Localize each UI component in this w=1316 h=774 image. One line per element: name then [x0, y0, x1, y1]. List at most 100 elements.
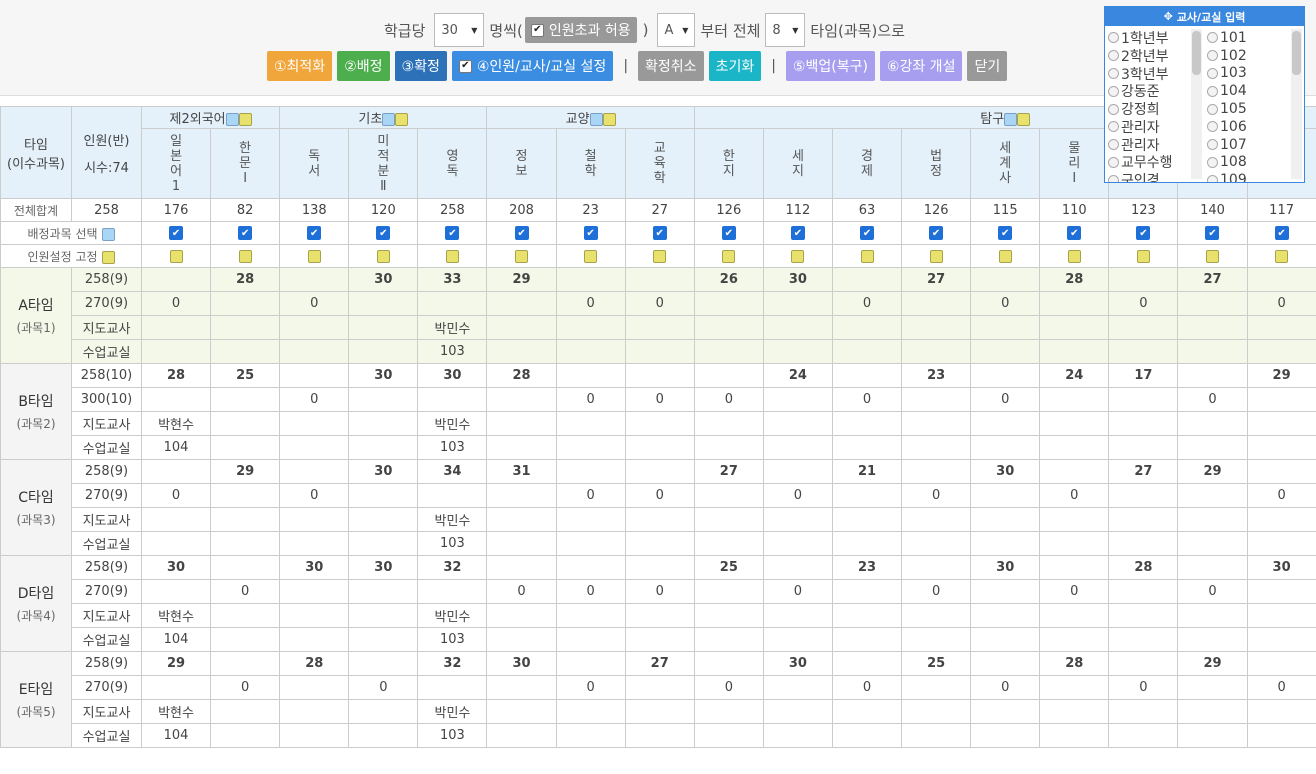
assigned-count-cell[interactable]: 28 — [210, 267, 281, 292]
optimize-button[interactable]: ①최적화 — [267, 51, 333, 81]
teacher-option[interactable]: 강동준 — [1108, 82, 1173, 100]
assigned-count-cell[interactable]: 30 — [486, 651, 557, 676]
room-cell[interactable] — [901, 435, 972, 460]
fix-box[interactable] — [1136, 249, 1150, 263]
room-cell[interactable] — [762, 435, 833, 460]
fix-box[interactable] — [445, 249, 459, 263]
room-cell[interactable] — [762, 627, 833, 652]
room-cell[interactable]: 104 — [140, 723, 212, 748]
room-cell[interactable] — [486, 339, 557, 364]
cap-cell[interactable] — [348, 291, 419, 316]
assigned-count-cell[interactable] — [901, 459, 972, 484]
room-cell[interactable] — [693, 627, 764, 652]
cap-cell[interactable] — [210, 483, 281, 508]
room-cell[interactable] — [831, 435, 903, 460]
radio-icon[interactable] — [1108, 156, 1119, 168]
cap-cell[interactable]: 0 — [1246, 483, 1316, 508]
cap-cell[interactable]: 0 — [624, 291, 695, 316]
room-cell[interactable] — [693, 531, 764, 556]
reset-button[interactable]: 초기화 — [708, 51, 762, 81]
cap-cell[interactable] — [279, 675, 350, 700]
open-course-button[interactable]: ⑥강좌 개설 — [879, 51, 963, 81]
cap-cell[interactable] — [1039, 675, 1110, 700]
assigned-count-cell[interactable]: 28 — [140, 363, 212, 388]
cap-cell[interactable]: 0 — [555, 483, 626, 508]
room-cell[interactable] — [1039, 531, 1110, 556]
cap-cell[interactable] — [970, 579, 1041, 604]
cap-cell[interactable] — [1177, 291, 1248, 316]
room-cell[interactable] — [348, 435, 419, 460]
cap-cell[interactable]: 0 — [1177, 579, 1248, 604]
cap-cell[interactable]: 0 — [279, 387, 350, 412]
room-cell[interactable] — [210, 723, 281, 748]
assigned-count-cell[interactable] — [1177, 363, 1248, 388]
assigned-count-cell[interactable] — [486, 555, 557, 580]
assigned-count-cell[interactable] — [210, 651, 281, 676]
assigned-count-cell[interactable] — [140, 267, 212, 292]
room-cell[interactable] — [1246, 339, 1316, 364]
cap-cell[interactable]: 0 — [831, 291, 903, 316]
scrollbar-thumb[interactable] — [1192, 31, 1201, 75]
total-types-select[interactable]: 8 ▼ — [765, 13, 806, 47]
room-cell[interactable] — [1108, 627, 1179, 652]
cap-cell[interactable]: 0 — [970, 387, 1041, 412]
assigned-count-cell[interactable]: 27 — [624, 651, 695, 676]
assigned-count-cell[interactable]: 29 — [1246, 363, 1316, 388]
assigned-count-cell[interactable] — [762, 555, 833, 580]
start-type-select[interactable]: A ▼ — [657, 13, 696, 47]
assigned-count-cell[interactable]: 23 — [831, 555, 903, 580]
assigned-count-cell[interactable] — [210, 555, 281, 580]
cap-cell[interactable] — [140, 579, 212, 604]
cap-cell[interactable]: 0 — [1246, 675, 1316, 700]
assigned-count-cell[interactable]: 32 — [417, 651, 488, 676]
teacher-option[interactable]: 교무수행 — [1108, 154, 1173, 171]
assigned-count-cell[interactable] — [831, 363, 903, 388]
room-option[interactable]: 109 — [1207, 171, 1247, 182]
teacher-cell[interactable] — [693, 411, 764, 436]
teacher-cell[interactable] — [970, 507, 1041, 532]
cap-cell[interactable] — [417, 291, 488, 316]
teacher-option[interactable]: 강정희 — [1108, 100, 1173, 118]
room-cell[interactable] — [624, 627, 695, 652]
check-icon[interactable]: ✔ — [445, 226, 460, 240]
teacher-cell[interactable] — [210, 315, 281, 340]
panel-header[interactable]: ✥ 교사/교실 입력 — [1105, 7, 1304, 26]
teacher-cell[interactable] — [140, 315, 212, 340]
assigned-count-cell[interactable]: 31 — [486, 459, 557, 484]
select-all-box[interactable] — [1004, 113, 1018, 126]
cap-cell[interactable] — [1108, 387, 1179, 412]
assigned-count-cell[interactable]: 30 — [348, 459, 419, 484]
room-option[interactable]: 102 — [1207, 47, 1247, 65]
teacher-cell[interactable] — [555, 603, 626, 628]
fix-all-box[interactable] — [101, 250, 115, 264]
room-option[interactable]: 106 — [1207, 118, 1247, 136]
radio-icon[interactable] — [1108, 139, 1119, 151]
radio-icon[interactable] — [1207, 50, 1218, 62]
room-cell[interactable] — [1177, 435, 1248, 460]
fix-all-box[interactable] — [238, 113, 252, 126]
cap-cell[interactable] — [762, 291, 833, 316]
room-cell[interactable] — [279, 531, 350, 556]
teacher-option[interactable]: 관리자 — [1108, 136, 1173, 154]
room-cell[interactable] — [1108, 339, 1179, 364]
scrollbar[interactable] — [1291, 29, 1302, 179]
cap-cell[interactable]: 0 — [831, 675, 903, 700]
radio-icon[interactable] — [1207, 156, 1218, 168]
assigned-count-cell[interactable]: 33 — [417, 267, 488, 292]
cap-cell[interactable] — [279, 579, 350, 604]
fix-box[interactable] — [653, 249, 667, 263]
assigned-count-cell[interactable]: 24 — [1039, 363, 1110, 388]
assigned-count-cell[interactable]: 26 — [693, 267, 764, 292]
room-cell[interactable] — [555, 339, 626, 364]
room-cell[interactable] — [1177, 723, 1248, 748]
assigned-count-cell[interactable] — [1246, 267, 1316, 292]
cap-cell[interactable]: 0 — [970, 675, 1041, 700]
teacher-cell[interactable] — [486, 507, 557, 532]
teacher-cell[interactable] — [1177, 507, 1248, 532]
cap-cell[interactable]: 0 — [1108, 291, 1179, 316]
cap-cell[interactable]: 0 — [140, 483, 212, 508]
cancel-confirm-button[interactable]: 확정취소 — [638, 51, 704, 81]
assigned-count-cell[interactable] — [762, 459, 833, 484]
cap-cell[interactable] — [417, 675, 488, 700]
room-cell[interactable] — [140, 531, 212, 556]
